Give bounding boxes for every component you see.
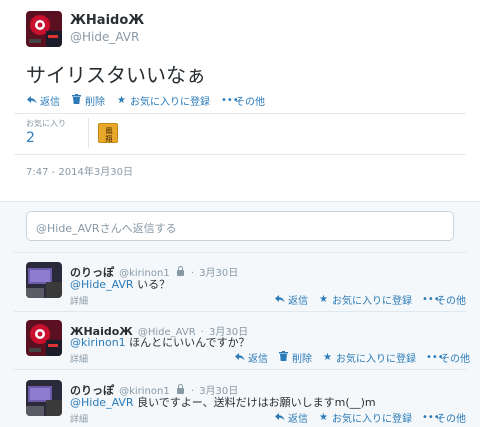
favoriter-avatar-text-2: 翔 (106, 134, 113, 143)
delete-label: 削除 (85, 97, 105, 108)
more-icon: ••• (422, 294, 440, 305)
more-icon: ••• (221, 95, 239, 106)
favorite-label: お気に入りに登録 (332, 414, 412, 425)
reply-date[interactable]: 3月30日 (199, 268, 238, 279)
favorite-label: お気に入りに登録 (336, 354, 416, 365)
user-handle[interactable]: @Hide_AVR (70, 30, 139, 44)
reply-icon (274, 412, 285, 424)
favorite-button[interactable]: ★ お気に入りに登録 (318, 292, 412, 307)
reply-text: @kirinon1 ほんとにいいんですか？ (70, 334, 250, 350)
tweet-timestamp[interactable]: 7:47 - 2014年3月30日 (26, 163, 133, 178)
reply-button[interactable]: 返信 (26, 93, 60, 108)
avatar[interactable] (26, 380, 62, 416)
reply-button[interactable]: 返信 (274, 410, 308, 425)
lock-icon (176, 266, 184, 276)
favorite-button[interactable]: ★ お気に入りに登録 (322, 350, 416, 365)
reply-text: @Hide_AVR いる？ (70, 276, 170, 292)
favorite-label: お気に入りに登録 (130, 97, 210, 108)
divider (88, 118, 89, 148)
divider (14, 252, 466, 253)
more-button[interactable]: ••• その他 (422, 410, 466, 425)
star-icon: ★ (117, 95, 126, 106)
favorite-button[interactable]: ★ お気に入りに登録 (116, 93, 210, 108)
star-icon: ★ (319, 294, 328, 305)
reply-actions: 返信 削除 ★ お気に入りに登録 ••• その他 (234, 350, 470, 365)
mention-link[interactable]: @Hide_AVR (70, 396, 134, 409)
avatar[interactable] (26, 11, 62, 47)
reply-label: 返信 (248, 354, 268, 365)
more-icon: ••• (422, 412, 440, 423)
divider (0, 201, 480, 202)
reply-label: 返信 (288, 296, 308, 307)
reply-button[interactable]: 返信 (274, 292, 308, 307)
delete-label: 削除 (292, 354, 312, 365)
star-icon: ★ (319, 412, 328, 423)
reply-icon (26, 95, 37, 107)
favorite-label: お気に入りに登録 (332, 296, 412, 307)
favorite-button[interactable]: ★ お気に入りに登録 (318, 410, 412, 425)
reply-actions: 返信 ★ お気に入りに登録 ••• その他 (274, 292, 466, 307)
separator-dot: · (190, 268, 195, 279)
delete-button[interactable]: 削除 (71, 93, 105, 108)
favorites-count[interactable]: 2 (26, 130, 35, 146)
more-button[interactable]: ••• その他 (426, 350, 470, 365)
more-icon: ••• (426, 352, 444, 363)
favorites-label: お気に入り (26, 119, 66, 128)
mention-link[interactable]: @Hide_AVR (70, 278, 134, 291)
mention-link[interactable]: @kirinon1 (70, 336, 126, 349)
reply-text: @Hide_AVR 良いですよー、送料だけはお願いしますm(__)m (70, 394, 376, 410)
reply-label: 返信 (40, 97, 60, 108)
reply-icon (234, 352, 245, 364)
details-link[interactable]: 詳細 (70, 412, 88, 425)
details-link[interactable]: 詳細 (70, 294, 88, 307)
divider (14, 113, 466, 114)
more-button[interactable]: ••• その他 (422, 292, 466, 307)
divider (14, 311, 466, 312)
divider (14, 369, 466, 370)
trash-icon (278, 351, 289, 364)
reply-input-placeholder: @Hide_AVRさんへ返信する (36, 222, 177, 235)
reply-label: 返信 (288, 414, 308, 425)
reply-body: いる？ (133, 278, 171, 291)
reply-actions: 返信 ★ お気に入りに登録 ••• その他 (274, 410, 466, 425)
reply-button[interactable]: 返信 (234, 350, 268, 365)
trash-icon (71, 94, 82, 107)
avatar[interactable] (26, 262, 62, 298)
reply-body: ほんとにいいんですか？ (125, 336, 250, 349)
star-icon: ★ (323, 352, 332, 363)
delete-button[interactable]: 削除 (278, 350, 312, 365)
more-label: その他 (235, 97, 265, 108)
tweet-text: サイリスタいいなぁ (26, 63, 206, 87)
reply-icon (274, 294, 285, 306)
more-label: その他 (440, 354, 470, 365)
tweet-actions: 返信 削除 ★ お気に入りに登録 ••• その他 (26, 93, 265, 108)
more-label: その他 (436, 414, 466, 425)
reply-body: 良いですよー、送料だけはお願いしますm(__)m (133, 396, 376, 409)
divider (14, 154, 466, 155)
user-name[interactable]: ЖHaidoЖ (70, 13, 144, 28)
favoriter-avatar[interactable]: 鳳 翔 (98, 123, 118, 143)
avatar[interactable] (26, 320, 62, 356)
details-link[interactable]: 詳細 (70, 352, 88, 365)
favoriter-avatar-text-1: 鳳 (106, 127, 113, 135)
more-button[interactable]: ••• その他 (221, 93, 265, 108)
favoriter-avatar-image: 鳳 翔 (99, 124, 117, 143)
more-label: その他 (436, 296, 466, 307)
